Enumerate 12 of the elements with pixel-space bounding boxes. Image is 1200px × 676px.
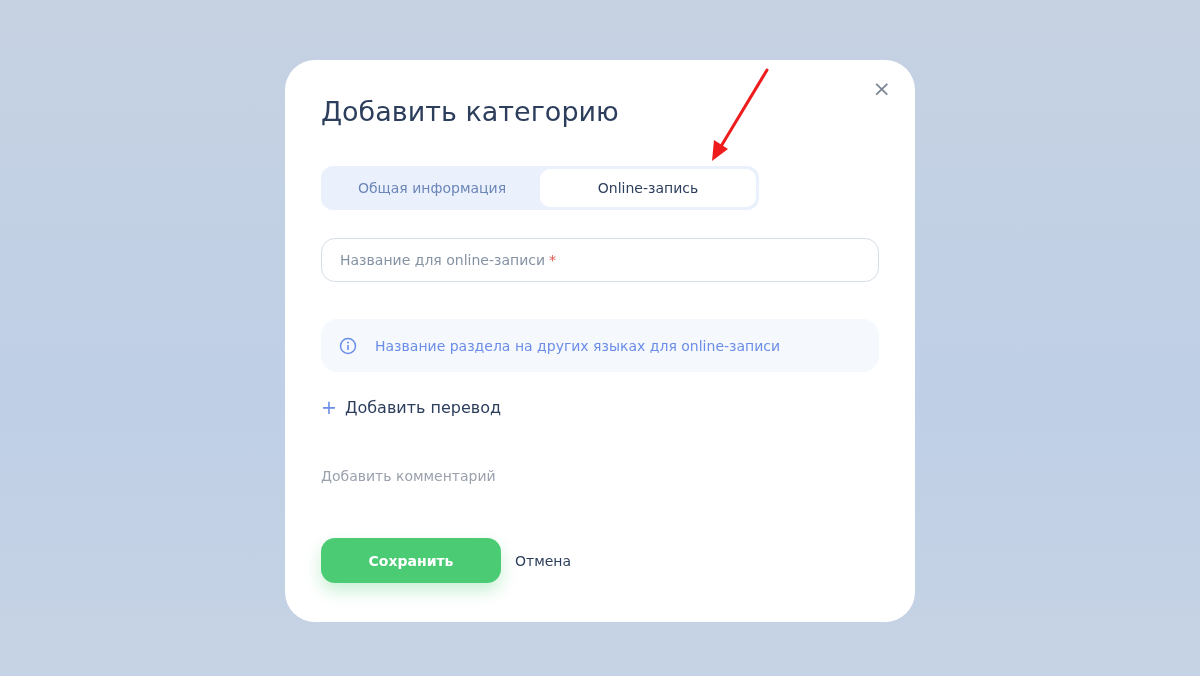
- info-text: Название раздела на других языках для online-записи: [375, 337, 781, 354]
- cancel-link[interactable]: Отмена: [515, 552, 572, 569]
- input-field[interactable]: Название для online-записи *: [321, 238, 879, 282]
- close-button[interactable]: ×: [868, 76, 895, 102]
- tab[interactable]: Online-запись: [540, 169, 756, 207]
- add-comment-link[interactable]: Добавить комментарий: [321, 468, 496, 484]
- plus-icon: +: [321, 398, 337, 417]
- info-icon: [339, 336, 357, 355]
- add-translation-link[interactable]: Добавить перевод: [344, 398, 502, 417]
- save-button[interactable]: Сохранить: [321, 538, 501, 583]
- tab[interactable]: Общая информация: [324, 169, 540, 207]
- dialog-title: Добавить категорию: [321, 96, 619, 128]
